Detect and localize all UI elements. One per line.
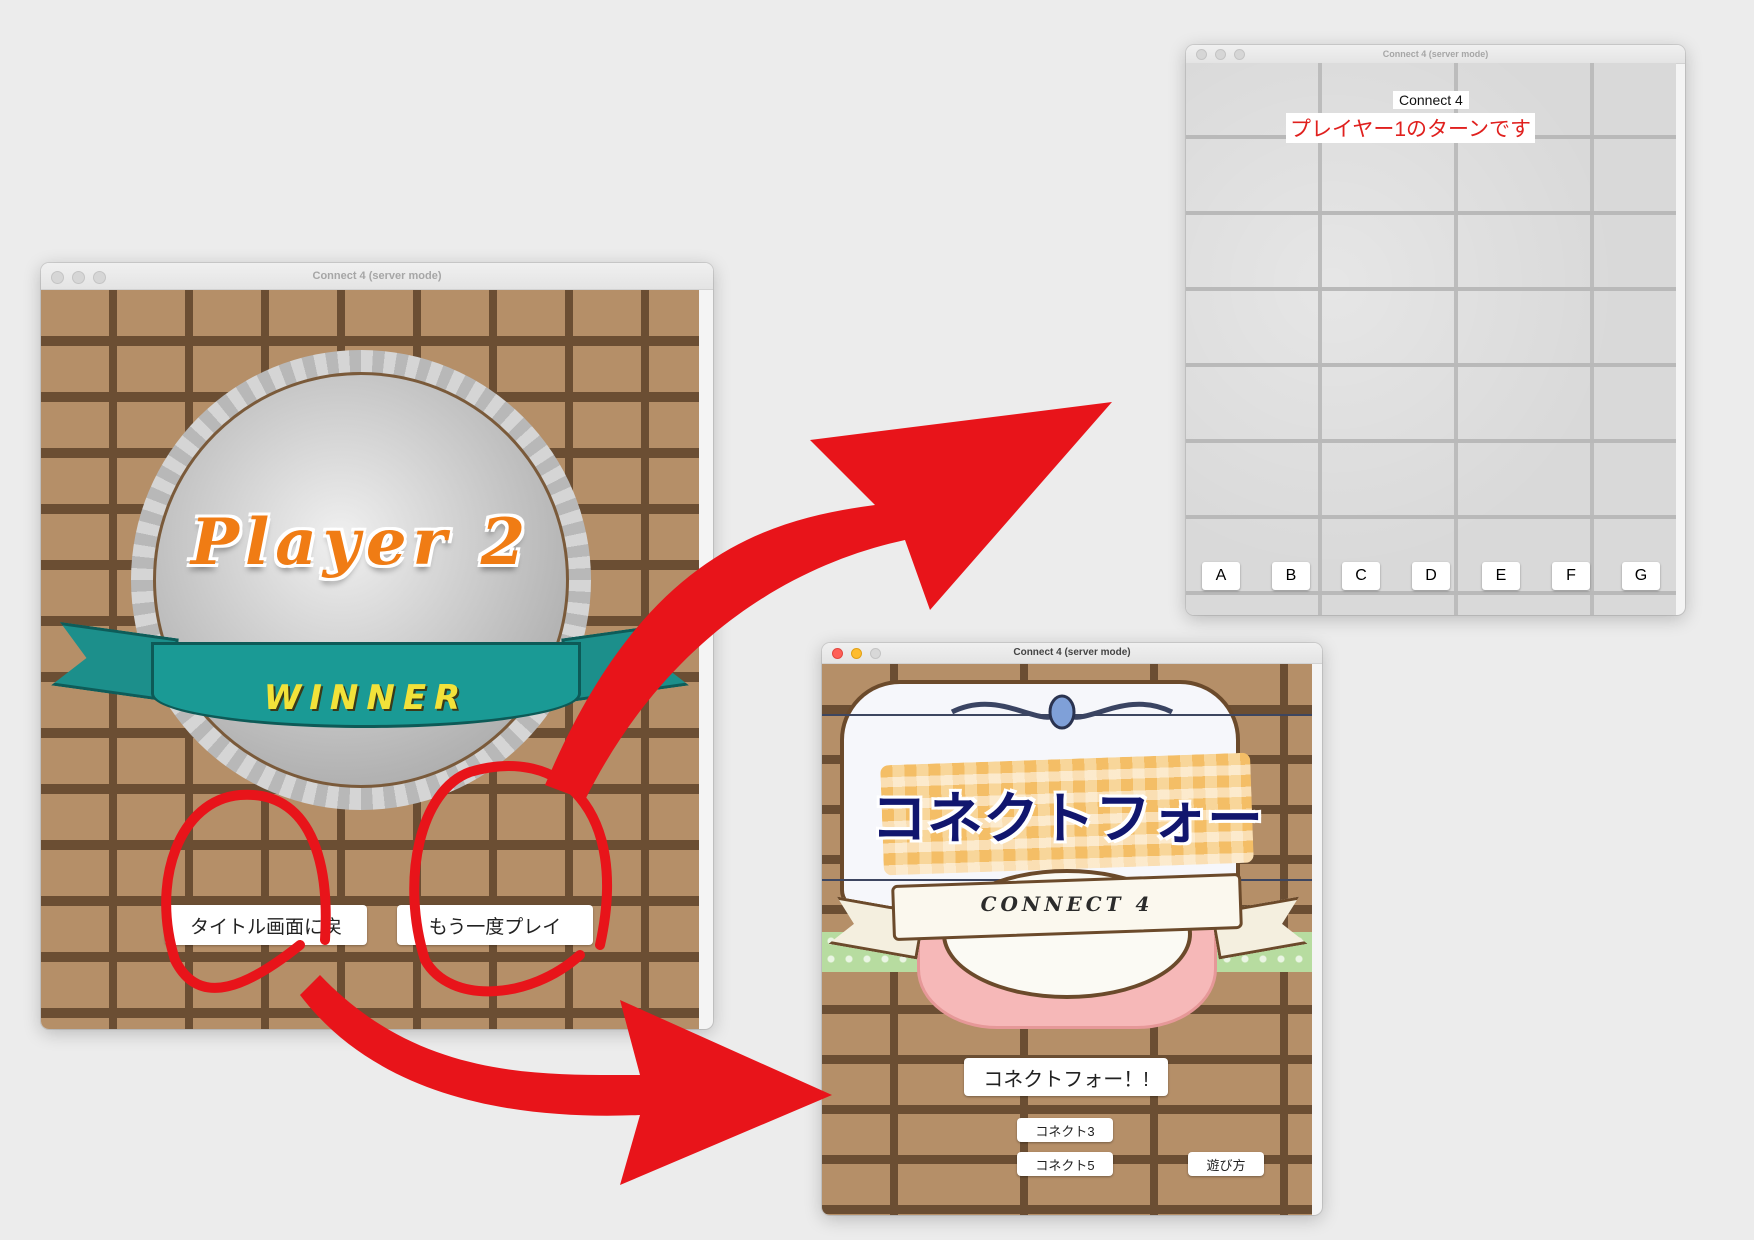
column-b-button[interactable]: B [1272, 562, 1310, 590]
column-a-button[interactable]: A [1202, 562, 1240, 590]
game-heading: Connect 4 [1393, 91, 1469, 109]
window-title: Connect 4 (server mode) [312, 270, 442, 282]
logo-english-title: CONNECT 4 [980, 892, 1154, 916]
connect4-start-button[interactable]: コネクトフォー！! [964, 1058, 1168, 1096]
column-c-button[interactable]: C [1342, 562, 1380, 590]
connect3-button[interactable]: コネクト3 [1017, 1118, 1113, 1142]
winner-label: WINNER [263, 678, 469, 718]
stone-background: Connect 4 プレイヤー1のターンです [1186, 63, 1676, 615]
game-window-titlebar: Connect 4 (server mode) [1186, 45, 1685, 64]
logo-japanese-title: コネクトフォー [871, 787, 1263, 852]
column-e-button[interactable]: E [1482, 562, 1520, 590]
play-again-button[interactable]: もう一度プレイ [397, 905, 593, 945]
winner-window-titlebar: Connect 4 (server mode) [41, 263, 713, 290]
column-f-button[interactable]: F [1552, 562, 1590, 590]
window-title: Connect 4 (server mode) [1013, 647, 1131, 658]
window-title: Connect 4 (server mode) [1382, 49, 1489, 59]
back-to-title-button[interactable]: タイトル画面に戻 [165, 905, 367, 945]
turn-message: プレイヤー1のターンです [1286, 113, 1535, 143]
how-to-play-button[interactable]: 遊び方 [1188, 1152, 1264, 1176]
ornament-icon [942, 694, 1182, 730]
winner-player-label: Player 2 [190, 505, 532, 580]
brick-background: コネクトフォー CONNECT 4 コネクトフォー！! コネクト3 コネクト5 … [822, 664, 1312, 1215]
connect5-button[interactable]: コネクト5 [1017, 1152, 1113, 1176]
winner-window: Connect 4 (server mode) Player 2 WINNER … [41, 263, 713, 1029]
title-window-titlebar: Connect 4 (server mode) [822, 643, 1322, 664]
column-g-button[interactable]: G [1622, 562, 1660, 590]
game-window: Connect 4 (server mode) Connect 4 プレイヤー1… [1186, 45, 1685, 615]
column-d-button[interactable]: D [1412, 562, 1450, 590]
brick-background: Player 2 WINNER タイトル画面に戻 もう一度プレイ [41, 290, 699, 1029]
title-window: Connect 4 (server mode) コネクトフォー CONNECT … [822, 643, 1322, 1215]
